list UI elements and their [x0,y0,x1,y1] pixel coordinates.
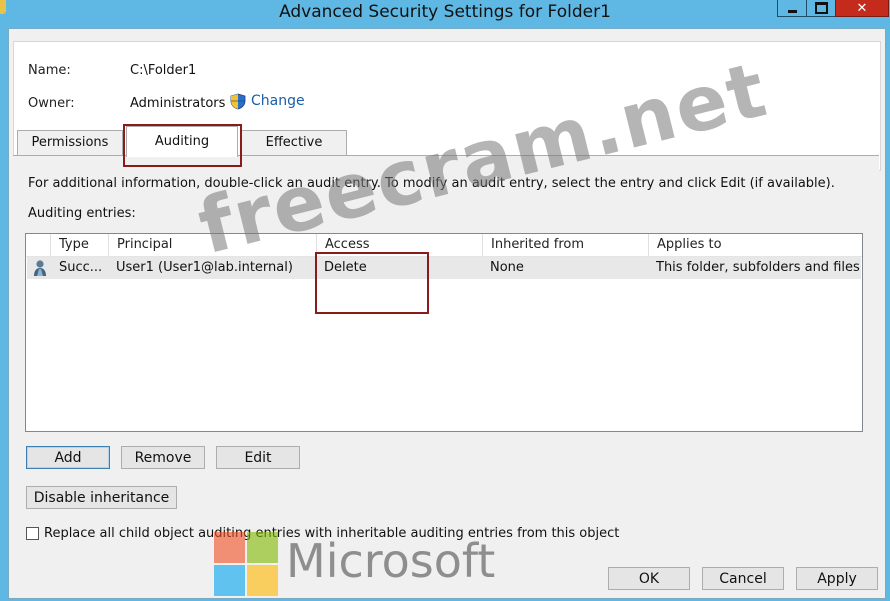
user-icon [34,260,46,276]
list-header: Type Principal Access Inherited from App… [26,234,862,257]
auditing-tab-panel: For additional information, double-click… [13,155,879,597]
minimize-button[interactable] [777,0,807,17]
row-access: Delete [324,260,367,275]
uac-shield-icon [230,93,246,110]
auditing-entries-label: Auditing entries: [28,206,136,221]
name-label: Name: [28,63,71,78]
tab-effective-access[interactable]: Effective Access [241,130,347,174]
column-icon [26,234,50,256]
row-principal: User1 (User1@lab.internal) [116,260,293,275]
window-title: Advanced Security Settings for Folder1 [279,2,611,22]
close-button[interactable]: ✕ [835,0,889,17]
column-type[interactable]: Type [50,234,108,256]
replace-child-entries-option[interactable]: Replace all child object auditing entrie… [26,524,619,542]
auditing-entries-list[interactable]: Type Principal Access Inherited from App… [25,233,863,432]
column-access[interactable]: Access [316,234,482,256]
maximize-icon [814,2,828,14]
tab-permissions[interactable]: Permissions [17,130,123,155]
cancel-button[interactable]: Cancel [702,567,784,590]
add-button[interactable]: Add [26,446,110,469]
owner-label: Owner: [28,96,75,111]
name-value: C:\Folder1 [130,63,197,78]
dialog-client-area: Name: C:\Folder1 Owner: Administrators C… [8,28,886,599]
remove-button[interactable]: Remove [121,446,205,469]
column-principal[interactable]: Principal [108,234,316,256]
owner-value: Administrators [130,96,226,111]
column-applies-to[interactable]: Applies to [648,234,862,256]
table-row[interactable]: Succ... User1 (User1@lab.internal) Delet… [27,257,861,279]
row-inherited-from: None [490,260,524,275]
edit-button[interactable]: Edit [216,446,300,469]
maximize-button[interactable] [806,0,836,17]
row-applies-to: This folder, subfolders and files [656,260,860,275]
tab-auditing[interactable]: Auditing [126,126,238,157]
close-icon: ✕ [856,0,868,16]
row-type: Succ... [59,260,103,275]
replace-child-entries-checkbox[interactable] [26,526,39,540]
auditing-instructions: For additional information, double-click… [28,176,835,191]
column-inherited-from[interactable]: Inherited from [482,234,648,256]
change-owner-link[interactable]: Change [251,93,305,109]
replace-child-entries-label: Replace all child object auditing entrie… [44,525,620,541]
ok-button[interactable]: OK [608,567,690,590]
apply-button[interactable]: Apply [796,567,878,590]
disable-inheritance-button[interactable]: Disable inheritance [26,486,177,509]
minimize-icon [787,10,797,13]
